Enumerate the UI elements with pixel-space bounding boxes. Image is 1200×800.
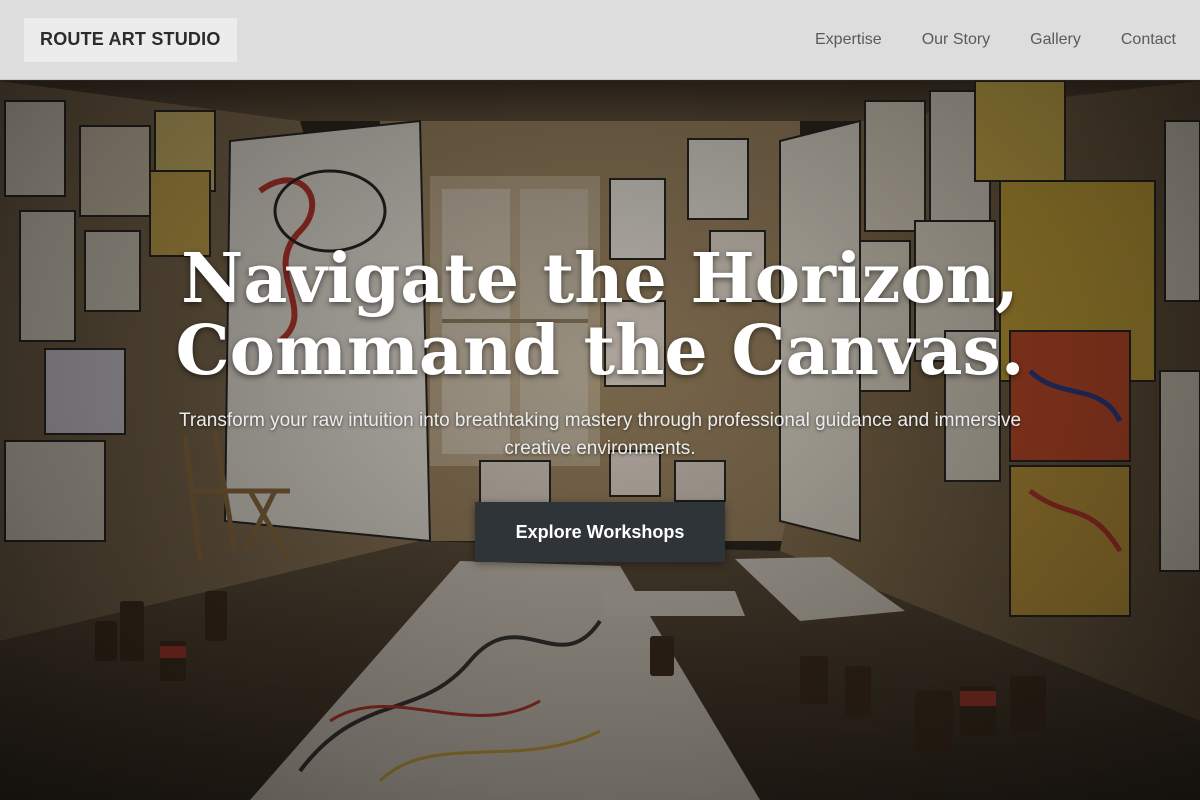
hero-headline: Navigate the Horizon, Command the Canvas… (0, 243, 1200, 387)
hero-headline-line-2: Command the Canvas. (175, 311, 1025, 391)
nav-link-our-story[interactable]: Our Story (922, 31, 990, 49)
hero-headline-line-1: Navigate the Horizon, (181, 239, 1019, 319)
nav-link-gallery[interactable]: Gallery (1030, 31, 1081, 49)
brand-logo[interactable]: ROUTE ART STUDIO (24, 17, 237, 62)
hero-section: Navigate the Horizon, Command the Canvas… (0, 81, 1200, 800)
main-nav: Expertise Our Story Gallery Contact (815, 31, 1176, 49)
nav-link-contact[interactable]: Contact (1121, 31, 1176, 49)
site-header: ROUTE ART STUDIO Expertise Our Story Gal… (0, 0, 1200, 80)
hero-subtitle: Transform your raw intuition into breath… (178, 410, 1022, 459)
hero-content: Navigate the Horizon, Command the Canvas… (0, 81, 1200, 800)
nav-link-expertise[interactable]: Expertise (815, 31, 882, 49)
explore-workshops-button[interactable]: Explore Workshops (475, 502, 725, 562)
